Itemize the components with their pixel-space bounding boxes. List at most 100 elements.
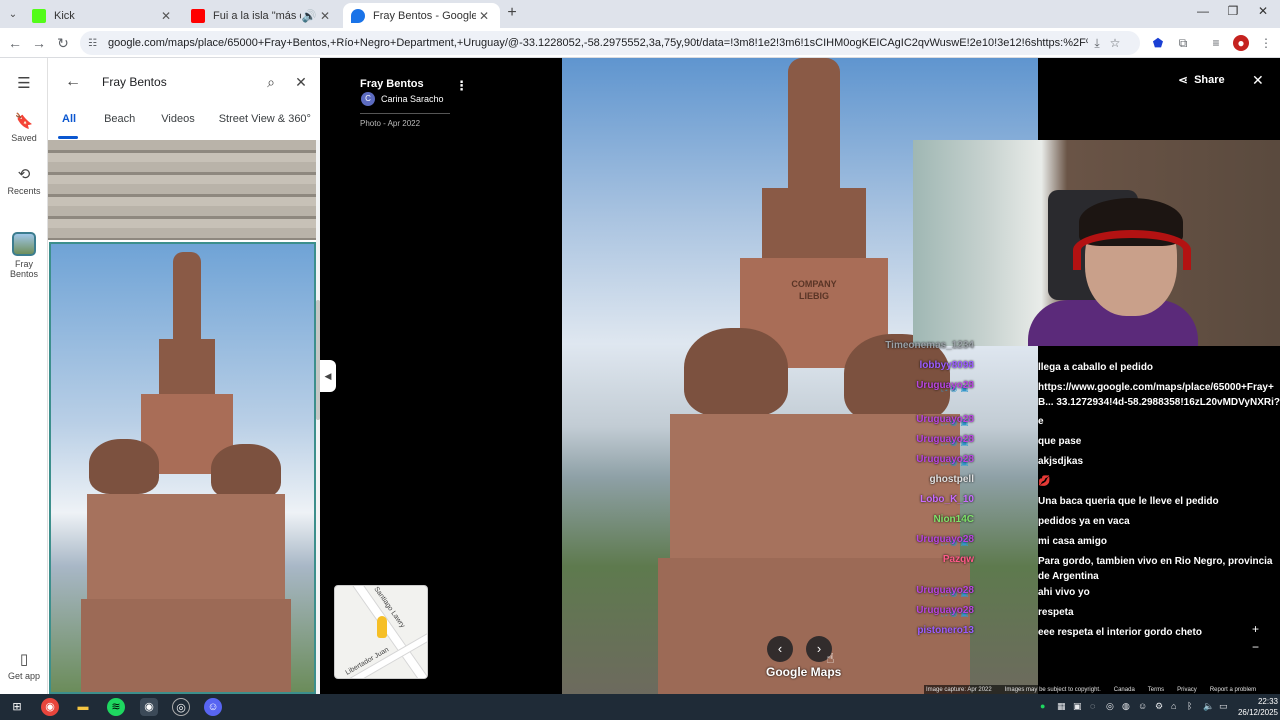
rail-get-app[interactable]: ▯ Get app (0, 650, 48, 681)
chat-message: ⛶ ◉ ▣ Uruguayo28 ahi vivo yo (916, 585, 1280, 603)
obs-icon[interactable]: ◎ (172, 698, 190, 716)
footer-report-link[interactable]: Report a problem (1210, 687, 1256, 693)
tray-discord-icon[interactable]: ☺ (1138, 701, 1147, 711)
tab-all[interactable]: All (48, 113, 83, 137)
chat-username[interactable]: Lobo_K_10 (920, 494, 974, 505)
chrome-icon[interactable]: ◉ (41, 698, 59, 716)
chat-message-text: https://www.google.com/maps/place/65000+… (1038, 382, 1280, 408)
tab-kick[interactable]: Kick ✕ (24, 3, 182, 28)
tab-search-icon[interactable]: ⌄ (4, 5, 22, 23)
footer-terms-link[interactable]: Terms (1148, 687, 1164, 693)
chat-username[interactable]: Uruguayo28 (916, 454, 974, 465)
tab-youtube[interactable]: Fui a la isla "más oscura" de 🔊 ✕ (183, 3, 341, 28)
chat-username[interactable]: Pazqw (943, 554, 974, 565)
install-icon[interactable]: ⤓ (1088, 36, 1106, 51)
new-tab-button[interactable]: + (504, 5, 520, 21)
forward-icon[interactable]: → (30, 34, 48, 52)
photo-thumbnail[interactable] (48, 140, 316, 240)
previous-photo-button[interactable]: ‹ (767, 636, 793, 662)
restore-icon[interactable]: ❐ (1218, 4, 1248, 18)
chat-username[interactable]: Uruguayo28 (916, 434, 974, 445)
tray-nvidia-icon[interactable]: ▣ (1073, 701, 1082, 712)
profile-avatar[interactable]: ● (1233, 35, 1249, 51)
close-tab-icon[interactable]: ✕ (476, 9, 492, 23)
rail-fray-bentos[interactable]: Fray Bentos (0, 232, 48, 279)
extension-shield-icon[interactable]: ⬟ (1150, 35, 1166, 51)
network-icon[interactable]: ⌂ (1171, 701, 1176, 711)
chat-username[interactable]: Uruguayo28 (916, 380, 974, 391)
maps-favicon-icon (351, 8, 365, 23)
minimize-icon[interactable]: — (1188, 4, 1218, 18)
collapse-panel-button[interactable]: ◀ (320, 360, 336, 392)
file-explorer-icon[interactable]: ▬ (74, 698, 92, 716)
notifications-icon[interactable]: ▭ (1219, 701, 1228, 712)
zoom-out-button[interactable]: − (1252, 640, 1259, 654)
viewer-place-title[interactable]: Fray Bentos (360, 78, 424, 90)
extensions-puzzle-icon[interactable]: ⧉ (1175, 35, 1191, 51)
photo-author[interactable]: C Carina Saracho (361, 92, 444, 106)
tray-steam-icon[interactable]: ◌ (1090, 701, 1095, 711)
tray-app-icon[interactable]: ▦ (1057, 701, 1066, 712)
windows-start-icon[interactable]: ⊞ (8, 698, 26, 716)
bluetooth-icon[interactable]: ᛒ (1187, 701, 1192, 711)
share-button[interactable]: ⋖ Share (1178, 73, 1225, 87)
monument-plaque-text: COMPANY LIEBIG (791, 279, 837, 301)
maps-left-rail: ☰ 🔖 Saved ⟲ Recents Fray Bentos ▯ Get ap… (0, 58, 48, 694)
chat-username[interactable]: Timeonemas_1234 (885, 340, 974, 351)
back-icon[interactable]: ← (6, 34, 24, 52)
back-arrow-icon[interactable]: ← (58, 73, 88, 91)
chat-username[interactable]: Uruguayo28 (916, 414, 974, 425)
tab-google-maps[interactable]: Fray Bentos - Google Maps ✕ (343, 3, 500, 28)
discord-icon[interactable]: ☺ (204, 698, 222, 716)
chat-message: ⛶ ◉ ▣ Uruguayo28 e (916, 414, 1280, 432)
media-control-icon[interactable]: ≡ (1208, 35, 1224, 51)
more-options-icon[interactable]: ⋮ (455, 78, 468, 94)
rail-recents[interactable]: ⟲ Recents (0, 165, 48, 196)
chat-username[interactable]: lobbyy8098 (920, 360, 974, 371)
chat-message-text: pedidos ya en vaca (1038, 516, 1130, 527)
main-menu-button[interactable]: ☰ (0, 74, 48, 95)
chat-message-text: que pase (1038, 436, 1082, 447)
zoom-in-button[interactable]: + (1252, 622, 1259, 636)
site-info-icon[interactable]: ☷ (88, 38, 102, 49)
close-viewer-icon[interactable]: ✕ (1252, 72, 1264, 89)
chrome-active-icon[interactable]: ◉ (140, 698, 158, 716)
chat-message-text: llega a caballo el pedido (1038, 362, 1154, 373)
tab-beach[interactable]: Beach (97, 113, 142, 137)
tray-app-icon[interactable]: ◍ (1122, 701, 1130, 712)
url-text[interactable]: google.com/maps/place/65000+Fray+Bentos,… (108, 37, 1088, 49)
tray-spotify-icon[interactable]: ● (1040, 701, 1045, 711)
chat-message: Pazqw Para gordo, tambien vivo en Rio Neg… (938, 554, 1280, 582)
chat-username[interactable]: Uruguayo28 (916, 585, 974, 596)
bookmark-star-icon[interactable]: ☆ (1106, 36, 1124, 50)
tab-videos[interactable]: Videos (154, 113, 201, 137)
reload-icon[interactable]: ↻ (54, 34, 72, 52)
browser-menu-icon[interactable]: ⋮ (1258, 35, 1274, 51)
chat-username[interactable]: Nion14C (933, 514, 974, 525)
tab-street-view-360[interactable]: Street View & 360° (212, 113, 318, 137)
footer-privacy-link[interactable]: Privacy (1177, 687, 1197, 693)
system-clock[interactable]: 22:33 26/12/2025 (1232, 696, 1278, 718)
minimap[interactable]: Santiago Lawry Libertador Juan (334, 585, 428, 679)
pegman-icon[interactable] (377, 616, 387, 638)
tray-app-icon[interactable]: ⚙ (1155, 701, 1163, 712)
chat-username[interactable]: Uruguayo28 (916, 534, 974, 545)
spotify-icon[interactable]: ≋ (107, 698, 125, 716)
address-bar[interactable]: ☷ google.com/maps/place/65000+Fray+Bento… (80, 31, 1140, 55)
speaker-icon[interactable]: 🔊 (301, 9, 317, 23)
close-window-icon[interactable]: ✕ (1248, 4, 1278, 18)
search-input[interactable]: Fray Bentos (102, 75, 256, 89)
photo-thumbnail-selected[interactable] (49, 242, 316, 694)
chat-username[interactable]: ghostpell (930, 474, 974, 485)
clear-search-icon[interactable]: ✕ (286, 74, 316, 91)
youtube-favicon-icon (191, 8, 205, 23)
close-tab-icon[interactable]: ✕ (317, 9, 333, 23)
tray-obs-icon[interactable]: ◎ (1106, 701, 1114, 712)
volume-icon[interactable]: 🔈 (1203, 701, 1214, 712)
footer-region-link[interactable]: Canada (1114, 687, 1135, 693)
close-tab-icon[interactable]: ✕ (158, 9, 174, 23)
search-icon[interactable]: ⌕ (256, 74, 286, 91)
rail-saved[interactable]: 🔖 Saved (0, 112, 48, 143)
chat-username[interactable]: Uruguayo28 (916, 605, 974, 616)
chat-username[interactable]: pistonero13 (917, 625, 974, 636)
